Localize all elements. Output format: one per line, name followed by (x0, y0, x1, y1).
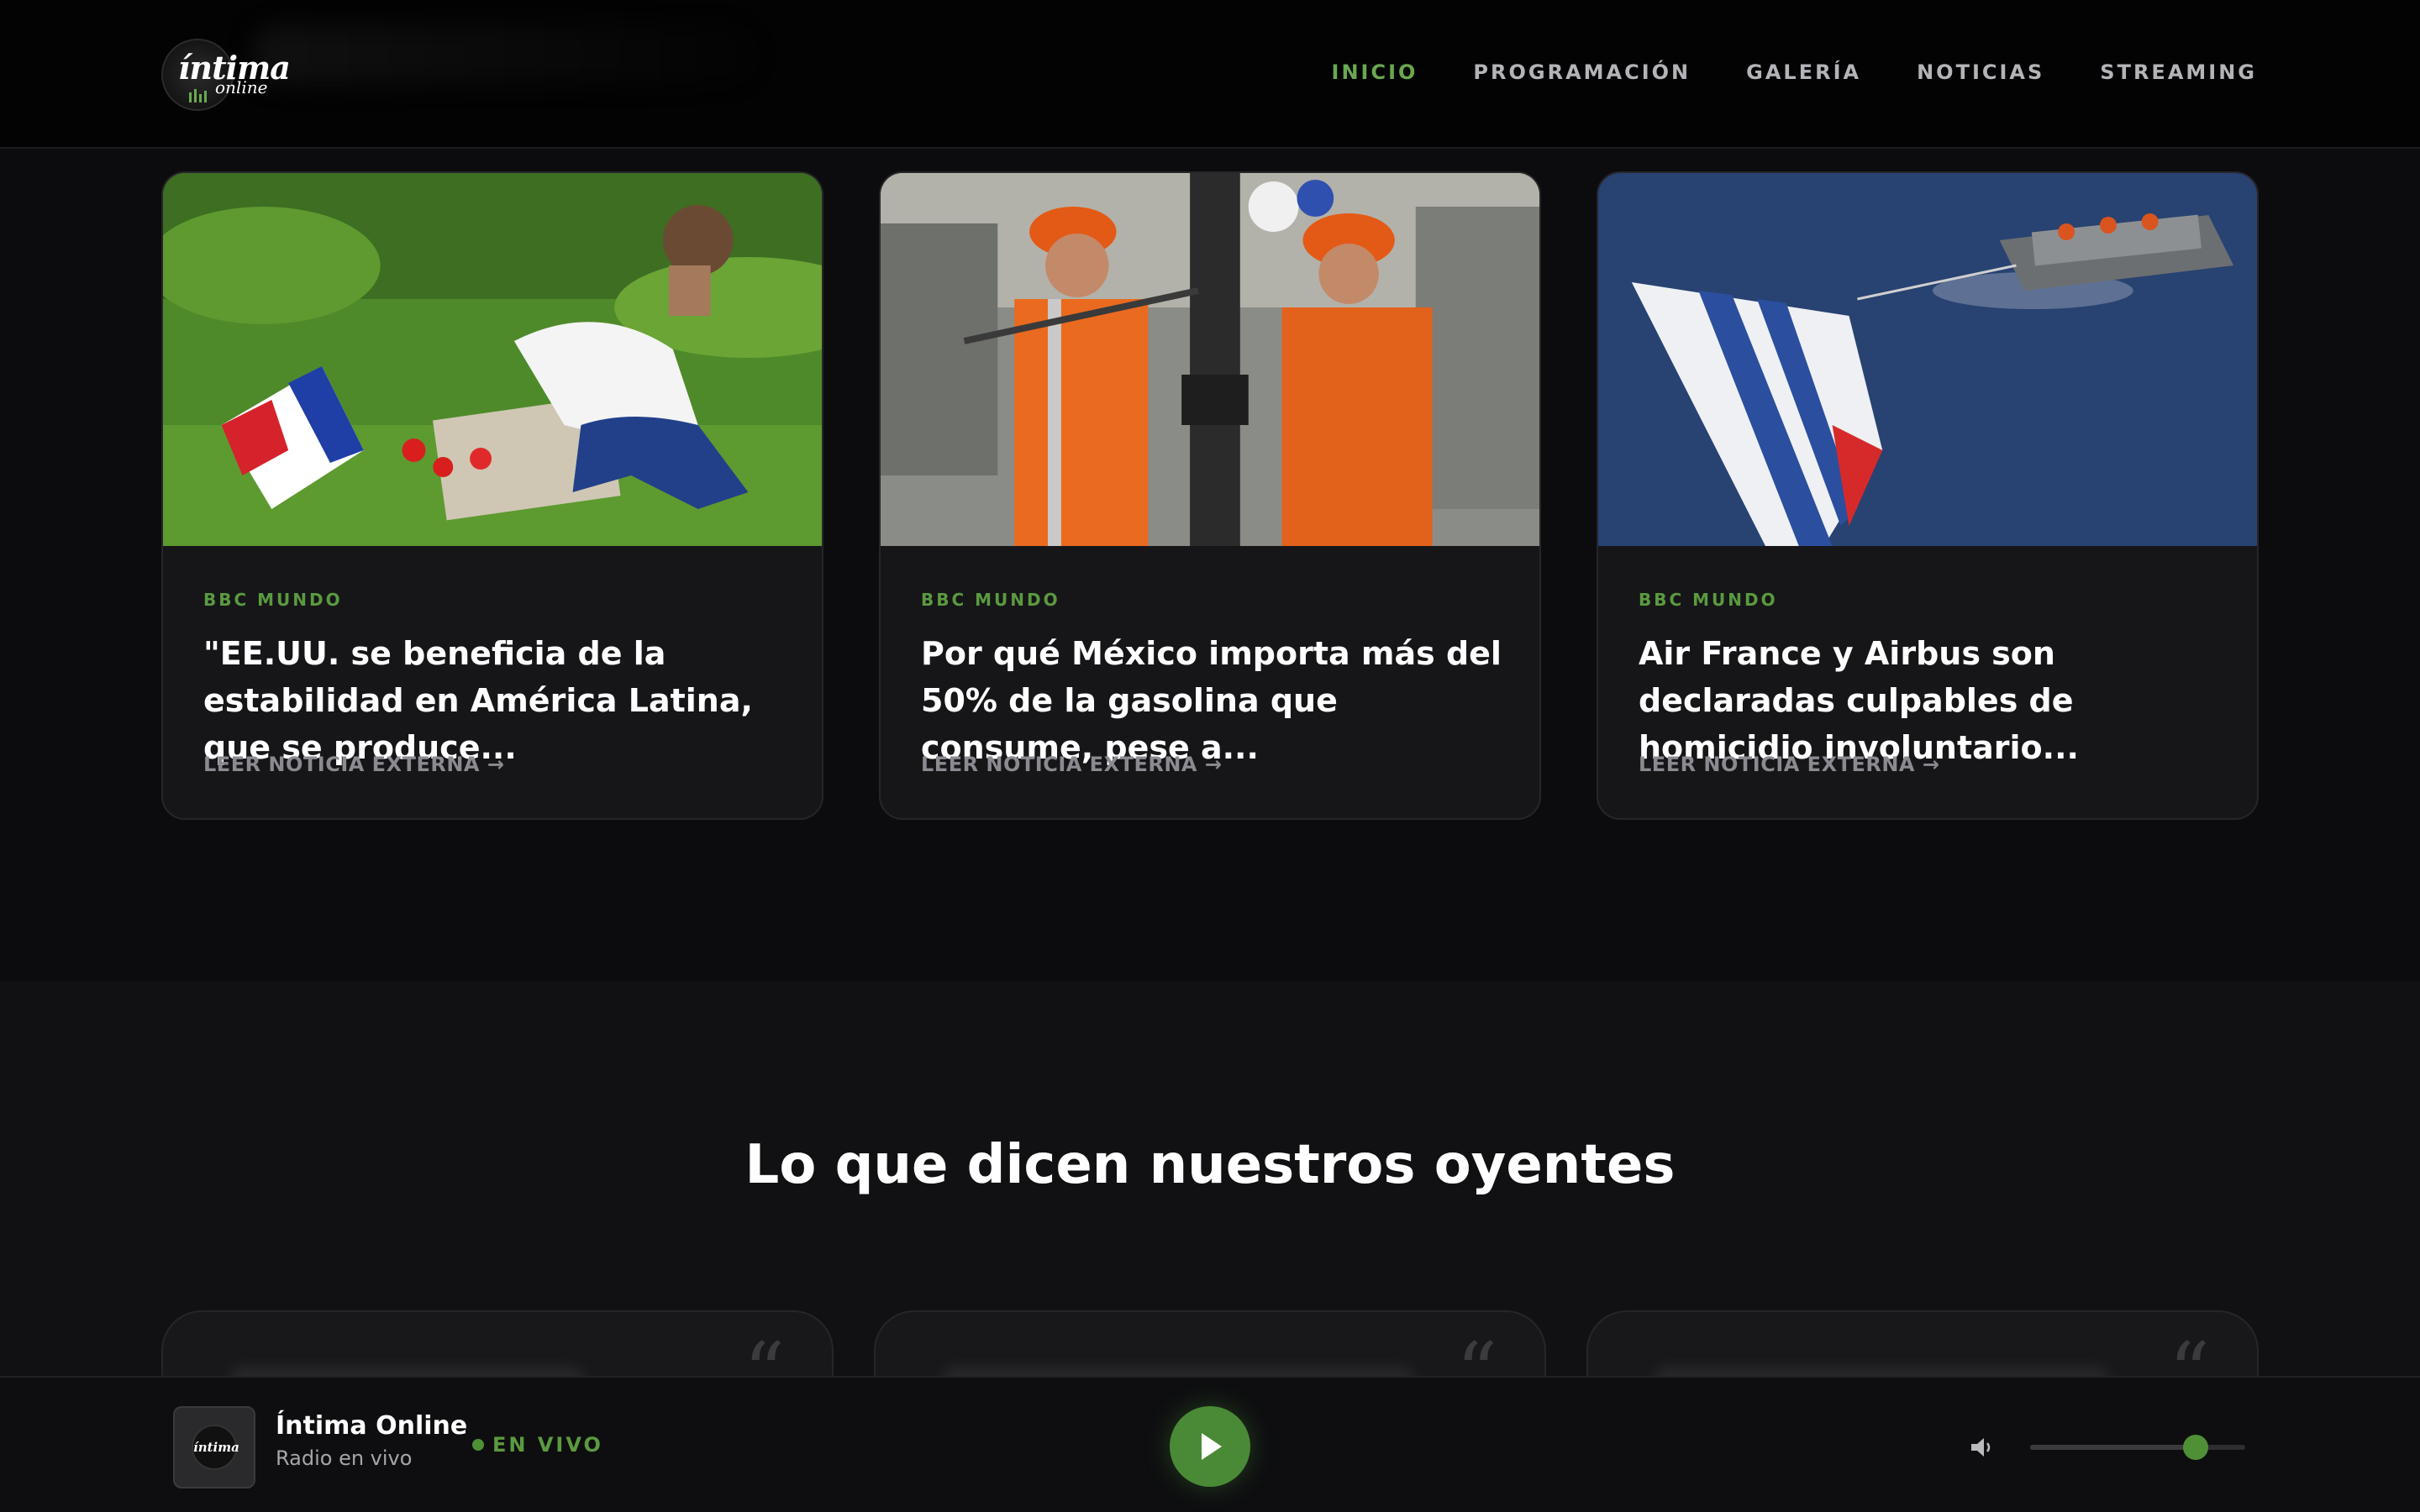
news-image-plane-wreck[interactable] (1598, 173, 2257, 546)
news-photo (881, 173, 1539, 546)
volume-slider[interactable] (2030, 1435, 2245, 1460)
logo-subtext: online (215, 77, 268, 97)
news-image-oil-workers[interactable] (881, 173, 1539, 546)
volume-icon[interactable] (1970, 1436, 1995, 1458)
news-title[interactable]: Por qué México importa más del 50% de la… (921, 630, 1509, 771)
radio-player-bar: íntima Íntima Online Radio en vivo EN VI… (0, 1376, 2420, 1512)
nav-item-programacion[interactable]: PROGRAMACIÓN (1473, 60, 1691, 84)
news-photo (163, 173, 822, 546)
nav-item-galeria[interactable]: GALERÍA (1746, 60, 1861, 84)
station-name: Íntima Online (276, 1411, 468, 1441)
play-icon (1202, 1433, 1222, 1460)
news-title[interactable]: "EE.UU. se beneficia de la estabilidad e… (203, 630, 792, 771)
read-external-link[interactable]: LEER NOTICIA EXTERNA → (203, 753, 504, 776)
site-header: íntima online INICIO PROGRAMACIÓN GALERÍ… (0, 0, 2420, 149)
equalizer-icon (189, 89, 207, 102)
station-logo: íntima (192, 1425, 239, 1470)
news-card[interactable]: BBC MUNDO Por qué México importa más del… (879, 171, 1541, 820)
station-thumbnail: íntima (173, 1406, 255, 1488)
news-source: BBC MUNDO (921, 590, 1060, 610)
news-card[interactable]: BBC MUNDO "EE.UU. se beneficia de la est… (161, 171, 823, 820)
volume-knob[interactable] (2183, 1435, 2209, 1460)
live-dot-icon (472, 1439, 484, 1451)
news-image-cemetery[interactable] (163, 173, 822, 546)
news-title[interactable]: Air France y Airbus son declaradas culpa… (1639, 630, 2227, 771)
read-external-link[interactable]: LEER NOTICIA EXTERNA → (1639, 753, 1939, 776)
play-button[interactable] (1170, 1406, 1250, 1487)
volume-fill (2030, 1445, 2196, 1450)
read-external-link[interactable]: LEER NOTICIA EXTERNA → (921, 753, 1222, 776)
nav-item-noticias[interactable]: NOTICIAS (1917, 60, 2044, 84)
station-subtitle: Radio en vivo (276, 1446, 413, 1470)
main-nav: INICIO PROGRAMACIÓN GALERÍA NOTICIAS STR… (1332, 60, 2257, 84)
live-indicator: EN VIVO (472, 1433, 603, 1457)
live-label: EN VIVO (492, 1433, 603, 1457)
testimonials-title: Lo que dicen nuestros oyentes (744, 1134, 1676, 1196)
news-cards: BBC MUNDO "EE.UU. se beneficia de la est… (161, 171, 2259, 820)
news-photo (1598, 173, 2257, 546)
news-card[interactable]: BBC MUNDO Air France y Airbus son declar… (1597, 171, 2259, 820)
news-source: BBC MUNDO (1639, 590, 1778, 610)
header-blur-decoration (252, 25, 756, 84)
news-source: BBC MUNDO (203, 590, 343, 610)
nav-item-inicio[interactable]: INICIO (1332, 60, 1418, 84)
nav-item-streaming[interactable]: STREAMING (2100, 60, 2257, 84)
